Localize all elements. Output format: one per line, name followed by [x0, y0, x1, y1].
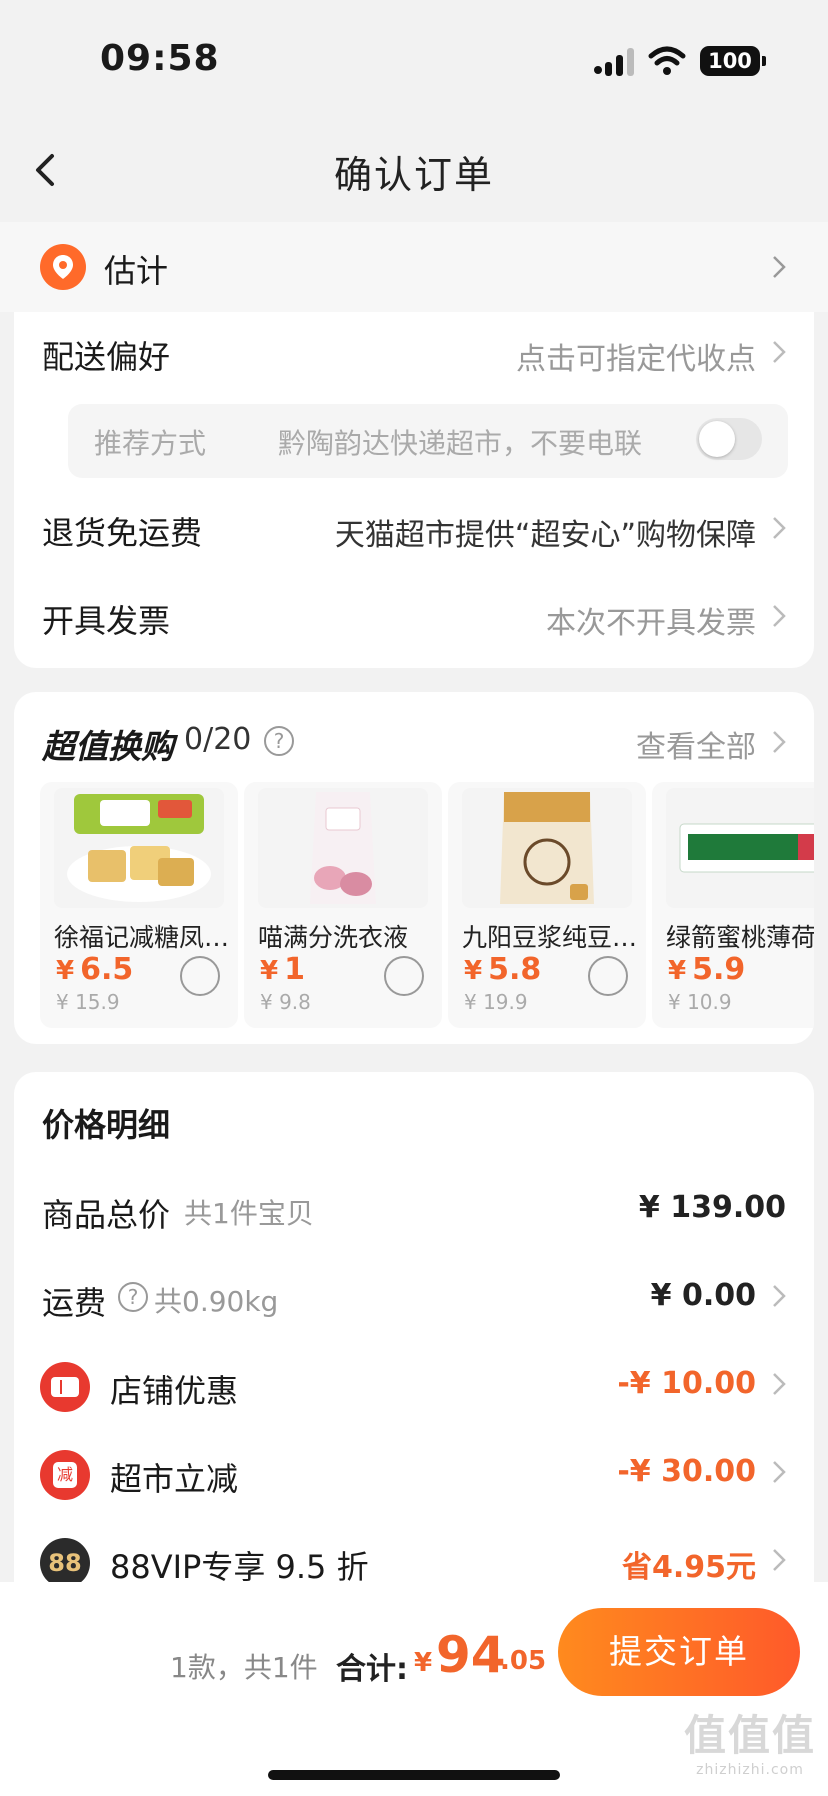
shipping-label: 运费: [42, 1284, 107, 1322]
total-label: 合计:: [336, 1652, 408, 1687]
product-image: [54, 788, 224, 908]
watermark: 值值值: [683, 1711, 816, 1760]
product-name: 喵满分洗衣液: [258, 923, 409, 952]
exchange-card: 超值换购 0/20 ? 查看全部 徐福记减糖凤梨 ¥ 6.5 ¥ 15.9 喵满…: [14, 692, 814, 1044]
currency-symbol: ¥: [56, 956, 75, 986]
product-price-value: 5.8: [488, 952, 542, 987]
product-original-price: ¥ 9.8: [260, 990, 311, 1014]
coupon-icon: [40, 1362, 90, 1412]
market-discount-value[interactable]: -¥ 30.00: [617, 1454, 756, 1489]
select-radio[interactable]: [180, 956, 220, 996]
product-card[interactable]: 绿箭蜜桃薄荷糖 ¥5.9 ¥ 10.9: [652, 782, 814, 1028]
product-name: 九阳豆浆纯豆浆粉: [462, 923, 642, 952]
recommend-box: 推荐方式 黔陶韵达快递超市，不要电联: [68, 404, 788, 478]
product-list: 徐福记减糖凤梨酥 ¥6.5 ¥ 15.9 喵满分洗衣液 ¥1: [40, 782, 814, 1028]
signal-icon: [594, 48, 634, 76]
toggle-knob: [699, 421, 735, 457]
page-title: 确认订单: [333, 153, 494, 197]
chevron-right-icon: [773, 731, 786, 753]
total-integer: 94: [436, 1626, 506, 1684]
chevron-right-icon: [773, 605, 786, 627]
product-name: 徐福记减糖凤梨酥: [54, 923, 234, 952]
product-price-value: 6.5: [80, 952, 134, 987]
no-call-toggle[interactable]: [696, 418, 762, 460]
view-all-link[interactable]: 查看全部: [636, 722, 756, 766]
location-icon: [40, 244, 86, 290]
currency-symbol: ¥: [260, 956, 279, 986]
product-price: ¥5.9: [668, 952, 745, 987]
chevron-right-icon: [773, 1549, 786, 1571]
vip-badge-icon: 88: [40, 1538, 90, 1588]
watermark-domain: zhizhizhi.com: [696, 1762, 804, 1778]
product-original-price: ¥ 19.9: [464, 990, 528, 1014]
submit-order-button[interactable]: 提交订单: [558, 1608, 800, 1696]
currency-symbol: ¥: [464, 956, 483, 986]
discount-badge-text: 减: [53, 1462, 77, 1488]
chevron-right-icon: [773, 1285, 786, 1307]
status-time: 09:58: [100, 38, 220, 79]
product-card[interactable]: 徐福记减糖凤梨酥 ¥6.5 ¥ 15.9: [40, 782, 238, 1028]
chevron-right-icon: [773, 341, 786, 363]
product-image: [462, 788, 632, 908]
select-radio[interactable]: [588, 956, 628, 996]
chevron-right-icon: [773, 517, 786, 539]
chevron-right-icon: [773, 1461, 786, 1483]
item-count: 1款，共1件: [170, 1651, 318, 1684]
market-discount-label: 超市立减: [110, 1460, 239, 1498]
checkout-bar: 1款，共1件 合计: ¥ 94 .05 提交订单 值值值 zhizhizhi.c…: [0, 1582, 828, 1796]
select-radio[interactable]: [384, 956, 424, 996]
invoice-value[interactable]: 本次不开具发票: [546, 598, 756, 642]
price-detail-title: 价格明细: [42, 1106, 171, 1144]
product-name: 绿箭蜜桃薄荷糖: [666, 923, 814, 952]
address-label: 估计: [104, 252, 169, 290]
discount-badge-icon: 减: [40, 1450, 90, 1500]
status-bar: 09:58 100: [0, 0, 828, 120]
nav-header: 确认订单: [0, 120, 828, 220]
recommend-value: 黔陶韵达快递超市，不要电联: [278, 427, 643, 460]
product-price: ¥6.5: [56, 952, 133, 987]
return-value[interactable]: 天猫超市提供“超安心”购物保障: [335, 510, 756, 554]
product-price-value: 1: [284, 952, 305, 987]
wifi-icon: [648, 46, 686, 75]
vip-discount-value[interactable]: 省4.95元: [622, 1542, 756, 1586]
price-detail-card: 价格明细 商品总价 共1件宝贝 ¥ 139.00 运费 ? 共0.90kg ¥ …: [14, 1072, 814, 1612]
product-original-price: ¥ 10.9: [668, 990, 732, 1014]
chevron-right-icon: [773, 1373, 786, 1395]
delivery-card: 配送偏好 点击可指定代收点 推荐方式 黔陶韵达快递超市，不要电联 退货免运费 天…: [14, 312, 814, 668]
help-icon[interactable]: ?: [118, 1282, 148, 1312]
store-discount-label: 店铺优惠: [110, 1372, 239, 1410]
total-currency: ¥: [414, 1648, 433, 1678]
chevron-right-icon: [773, 256, 786, 278]
shipping-value[interactable]: ¥ 0.00: [651, 1278, 756, 1313]
goods-total-value: ¥ 139.00: [638, 1190, 786, 1225]
goods-total-label: 商品总价: [42, 1196, 171, 1234]
product-original-price: ¥ 15.9: [56, 990, 120, 1014]
shipping-weight: 共0.90kg: [154, 1285, 279, 1318]
product-card[interactable]: 九阳豆浆纯豆浆粉 ¥5.8 ¥ 19.9: [448, 782, 646, 1028]
battery-icon: 100: [700, 46, 766, 76]
currency-symbol: ¥: [668, 956, 687, 986]
recommend-label: 推荐方式: [94, 427, 207, 460]
delivery-pref-value[interactable]: 点击可指定代收点: [516, 334, 756, 378]
exchange-count: 0/20: [184, 722, 252, 757]
product-image: [258, 788, 428, 908]
delivery-pref-label: 配送偏好: [42, 338, 171, 376]
help-icon[interactable]: ?: [264, 726, 294, 756]
product-price: ¥5.8: [464, 952, 541, 987]
goods-count: 共1件宝贝: [184, 1197, 314, 1230]
product-image: [666, 788, 814, 908]
invoice-label: 开具发票: [42, 602, 171, 640]
home-indicator[interactable]: [268, 1770, 560, 1780]
address-row[interactable]: 估计: [0, 222, 828, 312]
order-confirm-page: 09:58 100 确认订单 估计 配送偏好 点击可指定代收点 推荐方式 黔陶韵…: [0, 0, 828, 1796]
product-price-value: 5.9: [692, 952, 746, 987]
store-discount-value[interactable]: -¥ 10.00: [617, 1366, 756, 1401]
exchange-title: 超值换购: [42, 727, 174, 766]
return-label: 退货免运费: [42, 514, 203, 552]
product-card[interactable]: 喵满分洗衣液 ¥1 ¥ 9.8: [244, 782, 442, 1028]
total-decimal: .05: [500, 1646, 547, 1676]
product-price: ¥1: [260, 952, 305, 987]
